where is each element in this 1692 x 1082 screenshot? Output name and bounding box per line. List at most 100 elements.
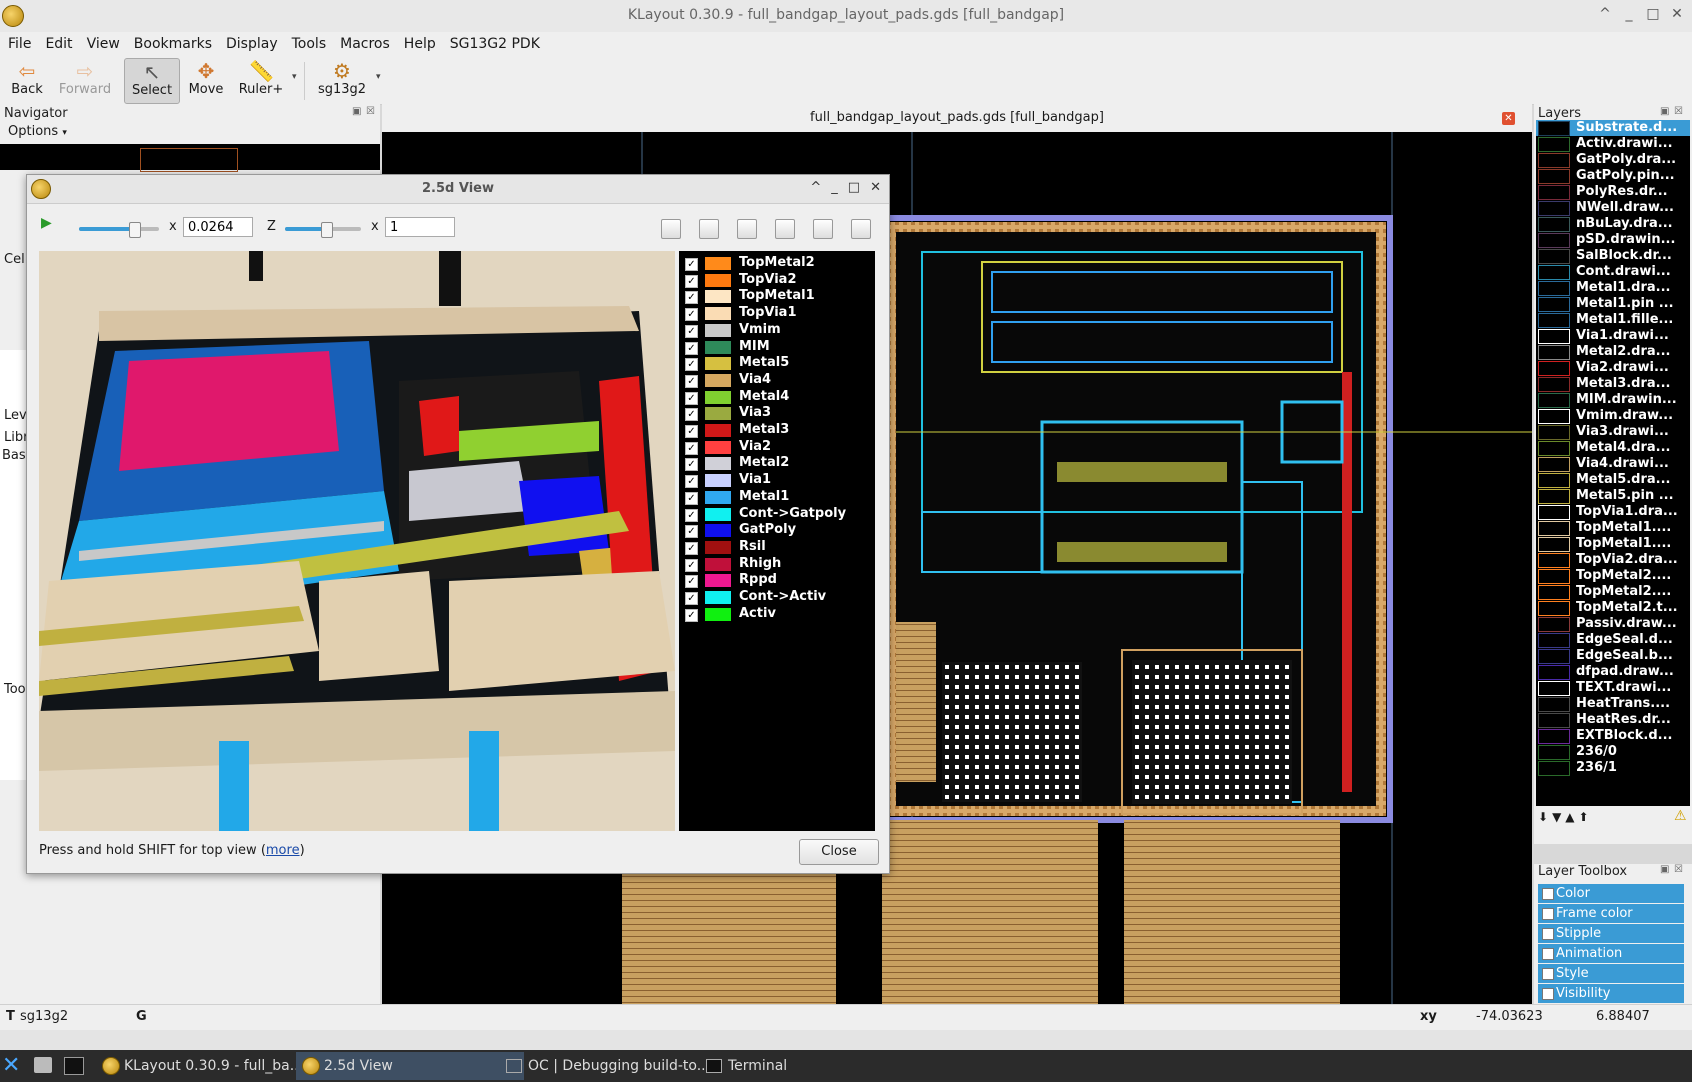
view-left-icon[interactable] — [737, 219, 757, 239]
layer-item[interactable]: Metal5.dra... — [1536, 472, 1686, 488]
menu-sg13g2-pdk[interactable]: SG13G2 PDK — [442, 32, 546, 52]
ruler-button[interactable]: 📏 Ruler+ — [236, 58, 286, 102]
layers-close-icon[interactable]: ☒ — [1674, 106, 1683, 117]
toolbox-frame-color[interactable]: Frame color — [1538, 904, 1684, 923]
legend-checkbox[interactable]: ✓ — [685, 592, 698, 605]
legend-checkbox[interactable]: ✓ — [685, 374, 698, 388]
layer-item[interactable]: EdgeSeal.b... — [1536, 648, 1686, 664]
layout-tab-title[interactable]: full_bandgap_layout_pads.gds [full_bandg… — [382, 110, 1532, 125]
layers-float-icon[interactable]: ▣ — [1660, 106, 1669, 117]
layer-item[interactable]: Via3.drawi... — [1536, 424, 1686, 440]
legend-checkbox[interactable]: ✓ — [685, 358, 698, 372]
toolbox-color[interactable]: Color — [1538, 884, 1684, 903]
z-scale-slider[interactable] — [285, 222, 361, 238]
legend-checkbox[interactable]: ✓ — [685, 308, 698, 322]
layer-item[interactable]: TopMetal1.... — [1536, 520, 1686, 536]
menu-edit[interactable]: Edit — [37, 32, 78, 52]
dialog-close-icon[interactable]: ✕ — [870, 180, 881, 195]
terminal-launcher-icon[interactable] — [64, 1057, 84, 1075]
menu-macros[interactable]: Macros — [332, 32, 396, 52]
layer-item[interactable]: Vmim.draw... — [1536, 408, 1686, 424]
dialog-shade-icon[interactable]: ^ — [810, 180, 821, 195]
view-back-icon[interactable] — [699, 219, 719, 239]
task-2-5d-view[interactable]: 2.5d View — [296, 1052, 524, 1080]
ruler-dropdown-icon[interactable]: ▾ — [292, 72, 297, 82]
menu-tools[interactable]: Tools — [284, 32, 333, 52]
navigator-options[interactable]: Options ▾ — [8, 124, 67, 139]
toolbox-stipple[interactable]: Stipple — [1538, 924, 1684, 943]
z-scale-input[interactable] — [385, 217, 455, 237]
layer-item[interactable]: TopMetal1.... — [1536, 536, 1686, 552]
navigator-preview[interactable] — [0, 144, 380, 172]
x-scale-slider[interactable] — [79, 222, 159, 238]
task-terminal[interactable]: Terminal — [700, 1052, 924, 1080]
layer-item[interactable]: Metal5.pin ... — [1536, 488, 1686, 504]
toolbox-float-icon[interactable]: ▣ — [1660, 864, 1669, 875]
layer-item[interactable]: TopVia2.dra... — [1536, 552, 1686, 568]
layout-tab-close-icon[interactable]: ✕ — [1502, 112, 1515, 125]
menu-view[interactable]: View — [79, 32, 126, 52]
layer-item[interactable]: HeatTrans.... — [1536, 696, 1686, 712]
menu-file[interactable]: File — [0, 32, 37, 52]
legend-checkbox[interactable]: ✓ — [685, 491, 698, 505]
legend-checkbox[interactable]: ✓ — [685, 391, 698, 405]
layer-item[interactable]: PolyRes.dr... — [1536, 184, 1686, 200]
layer-item[interactable]: SalBlock.dr... — [1536, 248, 1686, 264]
layer-move-down-small-icon[interactable]: ▼ — [1552, 810, 1561, 824]
layer-item[interactable]: 236/0 — [1536, 744, 1686, 760]
play-icon[interactable]: ▶ — [41, 215, 52, 231]
pdk-dropdown-icon[interactable]: ▾ — [376, 72, 381, 82]
dialog-title-bar[interactable]: 2.5d View ^ _ □ ✕ — [27, 175, 889, 204]
layer-item[interactable]: Passiv.draw... — [1536, 616, 1686, 632]
x-scale-slider-knob[interactable] — [129, 222, 141, 238]
toolbox-close-icon[interactable]: ☒ — [1674, 864, 1683, 875]
layer-item[interactable]: 236/1 — [1536, 760, 1686, 776]
view-top-icon[interactable] — [813, 219, 833, 239]
dialog-maximize-icon[interactable]: □ — [848, 180, 860, 195]
view-front-icon[interactable] — [661, 219, 681, 239]
basic-tab[interactable]: Bas — [2, 448, 26, 463]
layer-item[interactable]: Metal3.dra... — [1536, 376, 1686, 392]
window-shade-icon[interactable]: ^ — [1598, 6, 1612, 22]
pdk-button[interactable]: ⚙ sg13g2 — [312, 58, 372, 102]
x-scale-input[interactable] — [183, 217, 253, 237]
layer-item[interactable]: pSD.drawin... — [1536, 232, 1686, 248]
legend-checkbox[interactable]: ✓ — [685, 525, 698, 539]
navigator-float-icon[interactable]: ▣ — [352, 106, 361, 117]
legend-checkbox[interactable]: ✓ — [685, 608, 698, 622]
menu-help[interactable]: Help — [396, 32, 442, 52]
legend-checkbox[interactable]: ✓ — [685, 324, 698, 338]
layer-item[interactable]: Substrate.d... — [1536, 120, 1686, 136]
toolbox-visibility[interactable]: Visibility — [1538, 984, 1684, 1003]
layer-item[interactable]: NWell.draw... — [1536, 200, 1686, 216]
window-close-icon[interactable]: ✕ — [1670, 6, 1684, 22]
view-3d-canvas[interactable] — [39, 251, 675, 831]
z-scale-slider-knob[interactable] — [321, 222, 333, 238]
task-klayout[interactable]: KLayout 0.30.9 - full_ba... — [96, 1052, 320, 1080]
layer-item[interactable]: Metal1.pin ... — [1536, 296, 1686, 312]
menu-bookmarks[interactable]: Bookmarks — [126, 32, 218, 52]
legend-checkbox[interactable]: ✓ — [685, 425, 698, 438]
layer-item[interactable]: Metal2.dra... — [1536, 344, 1686, 360]
layer-item[interactable]: TEXT.drawi... — [1536, 680, 1686, 696]
layer-move-down-icon[interactable]: ⬇ — [1538, 810, 1548, 824]
legend-checkbox[interactable]: ✓ — [685, 508, 698, 522]
legend-checkbox[interactable]: ✓ — [685, 558, 698, 572]
layer-item[interactable]: Metal1.dra... — [1536, 280, 1686, 296]
layer-item[interactable]: TopMetal2.... — [1536, 584, 1686, 600]
layer-item[interactable]: TopVia1.dra... — [1536, 504, 1686, 520]
task-oc-debugging[interactable]: OC | Debugging build-to... — [500, 1052, 724, 1080]
navigator-close-icon[interactable]: ☒ — [366, 106, 375, 117]
legend-checkbox[interactable]: ✓ — [685, 458, 698, 472]
view-bottom-icon[interactable] — [851, 219, 871, 239]
legend-checkbox[interactable]: ✓ — [685, 341, 698, 355]
legend-checkbox[interactable]: ✓ — [685, 291, 698, 305]
legend-checkbox[interactable]: ✓ — [685, 258, 698, 271]
layer-item[interactable]: Cont.drawi... — [1536, 264, 1686, 280]
forward-button[interactable]: ⇨ Forward — [54, 58, 116, 102]
toolbox-animation[interactable]: Animation — [1538, 944, 1684, 963]
layer-item[interactable]: dfpad.draw... — [1536, 664, 1686, 680]
layer-item[interactable]: EdgeSeal.d... — [1536, 632, 1686, 648]
window-maximize-icon[interactable]: □ — [1646, 6, 1660, 22]
layer-move-up-small-icon[interactable]: ▲ — [1565, 810, 1574, 824]
